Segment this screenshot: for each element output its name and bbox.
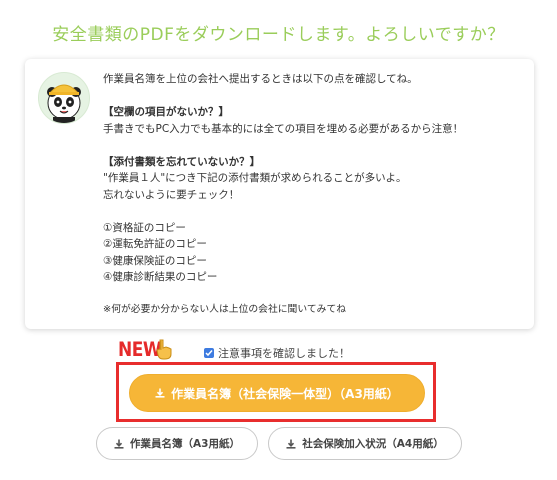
panda-avatar [38, 72, 90, 124]
notice-text-attachments: "作業員１人"につき下記の添付書類が求められることが多いよ。 [103, 172, 407, 184]
pointing-down-hand-icon [156, 339, 172, 360]
attachment-item: ④健康診断結果のコピー [103, 271, 218, 283]
notice-heading-attachments: 【添付書類を忘れていないか？】 [103, 155, 261, 168]
panda-worker-icon [47, 84, 81, 123]
notice-intro: 作業員名簿を上位の会社へ提出するときは以下の点を確認してね。 [103, 73, 418, 85]
notice-card: 作業員名簿を上位の会社へ提出するときは以下の点を確認してね。 【空欄の項目がない… [25, 59, 534, 329]
download-roster-a3-label: 作業員名簿（A3用紙） [130, 438, 240, 450]
download-roster-insurance-a3-label: 作業員名簿（社会保険一体型）（A3用紙） [171, 386, 399, 401]
notice-text-check: 忘れないように要チェック！ [103, 188, 240, 201]
check-icon [205, 350, 213, 357]
attachment-item: ③健康保険証のコピー [103, 254, 207, 267]
attachment-item: ①資格証のコピー [103, 221, 186, 234]
confirm-checkbox[interactable] [204, 348, 214, 358]
download-icon [286, 439, 296, 449]
notice-footnote: ※何が必要か分からない人は上位の会社に聞いてみてね [103, 304, 347, 315]
download-insurance-status-a4-button[interactable]: 社会保険加入状況（A4用紙） [268, 427, 462, 460]
download-icon [155, 388, 165, 398]
confirm-label: 注意事項を確認しました！ [218, 347, 350, 360]
download-icon [114, 439, 124, 449]
confirm-checkbox-row[interactable]: 注意事項を確認しました！ [204, 345, 350, 361]
download-insurance-status-a4-label: 社会保険加入状況（A4用紙） [302, 438, 444, 450]
notice-heading-blank-fields: 【空欄の項目がないか？】 [103, 106, 229, 118]
download-roster-insurance-a3-button[interactable]: 作業員名簿（社会保険一体型）（A3用紙） [129, 374, 425, 412]
attachment-item: ②運転免許証のコピー [103, 238, 207, 250]
notice-message: 作業員名簿を上位の会社へ提出するときは以下の点を確認してね。 【空欄の項目がない… [103, 71, 523, 319]
page-title: 安全書類のPDFをダウンロードします。よろしいですか？ [52, 25, 505, 45]
download-roster-a3-button[interactable]: 作業員名簿（A3用紙） [96, 427, 258, 460]
notice-text-blank-fields: 手書きでもPC入力でも基本的には全ての項目を埋める必要があるから注意！ [103, 122, 464, 135]
